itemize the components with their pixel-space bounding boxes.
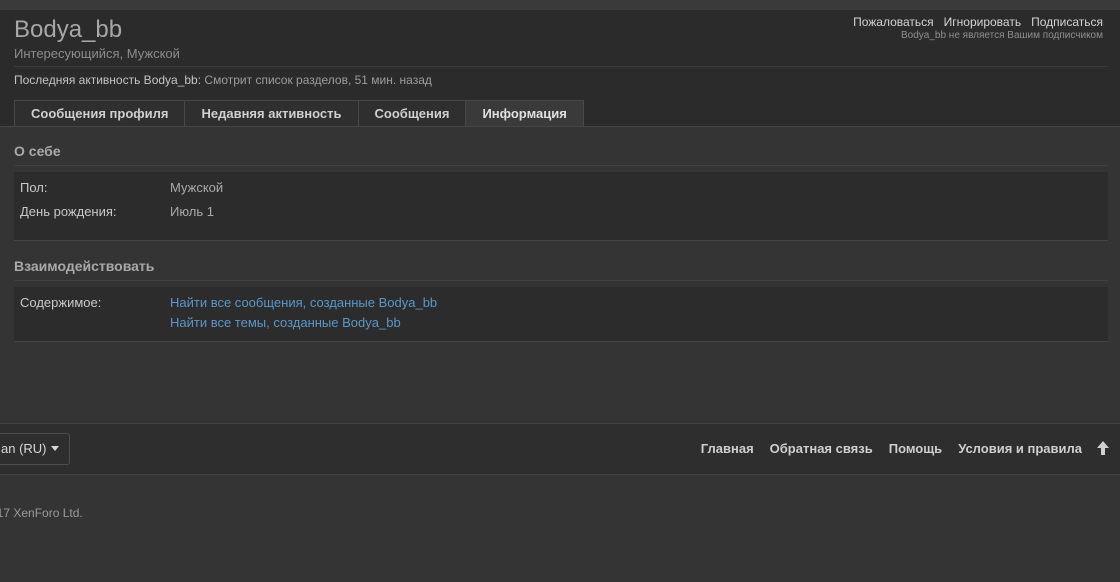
footer-contact-link[interactable]: Обратная связь	[770, 441, 873, 456]
tab-recent-activity[interactable]: Недавняя активность	[184, 100, 359, 126]
profile-header: Bodya_bb Интересующийся, Мужской Пожалов…	[0, 10, 1120, 127]
ignore-link[interactable]: Игнорировать	[944, 15, 1021, 29]
copyright: 017 XenForo Ltd.	[0, 506, 83, 520]
tab-postings[interactable]: Сообщения	[357, 100, 467, 126]
footer-help-link[interactable]: Помощь	[889, 441, 942, 456]
follow-link[interactable]: Подписаться	[1031, 15, 1103, 29]
last-activity: Последняя активность Bodya_bb: Смотрит с…	[14, 73, 432, 87]
about-panel: Пол: Мужской День рождения: Июль 1	[14, 172, 1108, 241]
find-messages-link[interactable]: Найти все сообщения, созданные Bodya_bb	[170, 295, 437, 310]
profile-user-title: Интересующийся, Мужской	[14, 46, 180, 61]
profile-username: Bodya_bb	[14, 16, 123, 43]
footer-links: Главная Обратная связь Помощь Условия и …	[701, 441, 1082, 456]
language-chooser[interactable]: an (RU)	[0, 433, 70, 465]
birthday-label: День рождения:	[20, 204, 117, 219]
tab-information[interactable]: Информация	[465, 100, 584, 126]
tab-profile-posts[interactable]: Сообщения профиля	[14, 100, 186, 126]
last-activity-label: Последняя активность Bodya_bb:	[14, 73, 202, 87]
gender-label: Пол:	[20, 180, 48, 195]
divider	[14, 280, 1108, 281]
arrow-up-icon[interactable]	[1096, 440, 1110, 456]
find-threads-link[interactable]: Найти все темы, созданные Bodya_bb	[170, 315, 401, 330]
footer-terms-link[interactable]: Условия и правила	[958, 441, 1082, 456]
footer-bar: an (RU) Главная Обратная связь Помощь Ус…	[0, 423, 1120, 475]
footer-home-link[interactable]: Главная	[701, 441, 754, 456]
interact-panel: Содержимое: Найти все сообщения, созданн…	[14, 287, 1108, 342]
about-section-title: О себе	[14, 143, 61, 159]
chevron-down-icon	[50, 446, 59, 451]
divider	[14, 165, 1108, 166]
profile-actions: Пожаловаться Игнорировать Подписаться	[853, 15, 1103, 29]
language-label: an (RU)	[1, 441, 47, 456]
interact-section-title: Взаимодействовать	[14, 258, 155, 274]
birthday-value: Июль 1	[170, 204, 215, 219]
top-strip	[0, 0, 1120, 10]
divider	[14, 66, 1108, 67]
profile-tabs: Сообщения профиля Недавняя активность Со…	[14, 100, 584, 126]
last-activity-value: Смотрит список разделов, 51 мин. назад	[204, 73, 432, 87]
content-label: Содержимое:	[20, 295, 102, 310]
gender-value: Мужской	[170, 180, 224, 195]
follow-status-note: Bodya_bb не является Вашим подписчиком	[900, 30, 1103, 41]
report-link[interactable]: Пожаловаться	[853, 15, 934, 29]
